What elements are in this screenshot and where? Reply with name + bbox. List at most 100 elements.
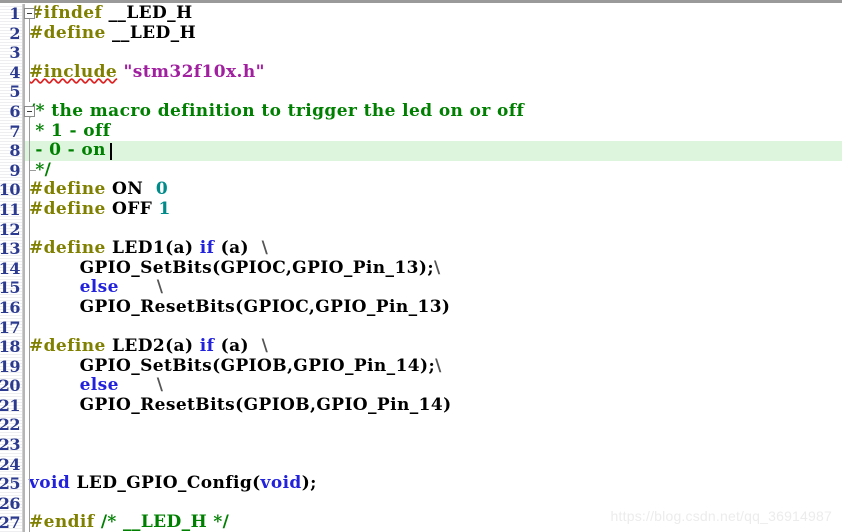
fold-guide-line — [29, 43, 30, 63]
code-line-3[interactable]: 3 — [0, 43, 842, 63]
fold-guide-line — [29, 199, 30, 220]
code-text: void LED_GPIO_Config(void); — [29, 473, 317, 494]
code-line-10[interactable]: 10 #define ON 0 — [0, 180, 842, 200]
line-number: 3 — [9, 43, 20, 63]
line-number: 21 — [0, 395, 21, 415]
code-line-24[interactable]: 24 — [0, 454, 842, 475]
code-text: else \ — [79, 375, 164, 396]
line-number: 6 — [9, 101, 20, 121]
fold-guide-line — [29, 493, 30, 514]
code-line-19[interactable]: 19 GPIO_SetBits(GPIOB,GPIO_Pin_14);\ — [0, 355, 842, 377]
code-line-6[interactable]: 6 /* the macro definition to trigger the… — [0, 100, 842, 122]
line-number: 23 — [0, 435, 21, 455]
fold-guide-line — [29, 219, 30, 240]
code-line-21[interactable]: 21 GPIO_ResetBits(GPIOB,GPIO_Pin_14) — [0, 394, 842, 416]
line-number: 18 — [0, 337, 21, 357]
code-text: #define ON 0 — [29, 179, 169, 200]
code-text: GPIO_SetBits(GPIOB,GPIO_Pin_14);\ — [79, 355, 442, 376]
fold-toggle-icon[interactable] — [24, 8, 35, 19]
line-number: 1 — [9, 4, 20, 23]
line-number: 10 — [0, 180, 21, 200]
code-text: GPIO_ResetBits(GPIOC,GPIO_Pin_13) — [79, 296, 451, 317]
fold-guide-line — [29, 435, 30, 455]
fold-guide-line — [29, 317, 30, 338]
fold-guide-line — [29, 141, 30, 161]
line-number: 17 — [0, 317, 21, 337]
text-caret — [110, 143, 112, 161]
code-text: #define LED1(a) if (a) \ — [29, 238, 269, 259]
code-line-5[interactable]: 5 — [0, 82, 842, 102]
code-text: - 0 - on — [29, 140, 106, 161]
code-text: #ifndef __LED_H — [29, 3, 193, 23]
code-text: #define LED2(a) if (a) \ — [29, 336, 269, 357]
code-line-18[interactable]: 18 #define LED2(a) if (a) \ — [0, 336, 842, 357]
code-text: else \ — [79, 277, 164, 298]
fold-region-end-icon — [29, 169, 36, 171]
code-line-14[interactable]: 14 GPIO_SetBits(GPIOC,GPIO_Pin_13);\ — [0, 257, 842, 279]
line-number: 19 — [0, 356, 21, 376]
line-number: 24 — [0, 454, 21, 474]
code-line-2[interactable]: 2 #define __LED_H — [0, 22, 842, 44]
code-text: #include "stm32f10x.h" — [29, 61, 265, 82]
line-number: 11 — [0, 199, 21, 219]
code-line-1[interactable]: 1 #ifndef __LED_H — [0, 3, 842, 24]
fold-guide-line — [29, 23, 30, 44]
editor-top-border-inner — [0, 3, 842, 4]
code-line-17[interactable]: 17 — [0, 317, 842, 338]
fold-guide-line — [29, 415, 30, 436]
watermark-text: https://blog.csdn.net/qq_36914987 — [610, 508, 832, 524]
fold-guide-line — [29, 239, 30, 259]
code-line-9[interactable]: 9 */ — [0, 160, 842, 181]
code-line-7[interactable]: 7 * 1 - off — [0, 120, 842, 142]
line-number: 26 — [0, 493, 21, 513]
code-line-25[interactable]: 25 void LED_GPIO_Config(void); — [0, 473, 842, 494]
line-number: 20 — [0, 376, 21, 396]
line-number: 16 — [0, 297, 21, 317]
line-number: 25 — [0, 474, 21, 494]
line-number: 4 — [9, 62, 20, 82]
code-line-13[interactable]: 13 #define LED1(a) if (a) \ — [0, 238, 842, 259]
fold-guide-line — [29, 258, 30, 279]
code-line-12[interactable]: 12 — [0, 219, 842, 240]
code-line-16[interactable]: 16 GPIO_ResetBits(GPIOC,GPIO_Pin_13) — [0, 296, 842, 318]
code-text: * 1 - off — [29, 120, 111, 141]
code-lines[interactable]: 1 #ifndef __LED_H 2 #define __LED_H 3 4 … — [0, 3, 842, 532]
line-number: 15 — [0, 278, 21, 298]
fold-toggle-icon[interactable] — [24, 105, 35, 117]
fold-guide-line — [29, 337, 30, 357]
code-text: /* the macro definition to trigger the l… — [29, 100, 525, 121]
code-editor[interactable]: 1 #ifndef __LED_H 2 #define __LED_H 3 4 … — [0, 0, 842, 532]
fold-guide-line — [29, 121, 30, 142]
code-text: #define __LED_H — [29, 22, 197, 43]
line-number: 8 — [9, 141, 20, 161]
fold-guide-line — [29, 513, 30, 532]
fold-guide-line — [29, 297, 30, 318]
code-text: #define OFF 1 — [29, 198, 171, 219]
line-number: 2 — [9, 23, 20, 43]
code-line-8[interactable]: 8 - 0 - on — [0, 141, 842, 161]
line-number: 14 — [0, 258, 21, 278]
code-text: #endif /* __LED_H */ — [29, 512, 230, 532]
line-number: 22 — [0, 415, 21, 435]
fold-guide-line — [29, 62, 30, 83]
line-number: 9 — [9, 160, 20, 180]
line-number: 12 — [0, 219, 21, 239]
fold-guide-line — [29, 278, 30, 298]
fold-guide-line — [29, 454, 30, 475]
current-line-highlight — [25, 141, 842, 161]
line-number: 5 — [9, 82, 20, 102]
code-line-11[interactable]: 11 #define OFF 1 — [0, 198, 842, 220]
fold-guide-line — [29, 395, 30, 416]
line-number: 7 — [9, 121, 20, 141]
fold-guide-line — [29, 82, 30, 102]
code-line-23[interactable]: 23 — [0, 435, 842, 455]
line-number: 27 — [0, 513, 21, 532]
code-line-4[interactable]: 4 #include "stm32f10x.h" — [0, 61, 842, 83]
code-text: GPIO_SetBits(GPIOC,GPIO_Pin_13);\ — [79, 257, 441, 278]
fold-guide-line — [29, 376, 30, 396]
fold-guide-line — [29, 180, 30, 200]
code-text: GPIO_ResetBits(GPIOB,GPIO_Pin_14) — [79, 394, 452, 415]
code-line-20[interactable]: 20 else \ — [0, 375, 842, 396]
code-line-15[interactable]: 15 else \ — [0, 278, 842, 298]
code-line-22[interactable]: 22 — [0, 415, 842, 436]
